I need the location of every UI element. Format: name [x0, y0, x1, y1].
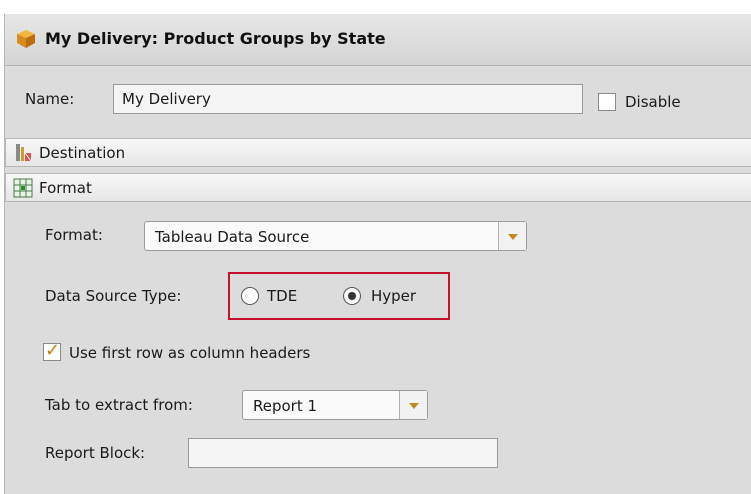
name-label: Name: [25, 90, 75, 108]
dialog-title: My Delivery: Product Groups by State [45, 29, 386, 48]
report-block-input[interactable] [188, 438, 498, 468]
chevron-down-icon[interactable] [399, 391, 427, 419]
chevron-down-icon[interactable] [498, 222, 526, 250]
box-icon [15, 28, 37, 50]
radio-tde[interactable] [241, 287, 259, 305]
tab-select[interactable]: Report 1 [242, 390, 428, 420]
data-source-type-label: Data Source Type: [45, 287, 182, 305]
format-label: Format: [45, 226, 103, 244]
disable-checkbox[interactable] [598, 93, 616, 111]
background [0, 0, 751, 14]
first-row-headers-label: Use first row as column headers [69, 344, 311, 362]
tab-to-extract-label: Tab to extract from: [45, 396, 193, 414]
delivery-dialog: My Delivery: Product Groups by State Nam… [4, 14, 751, 494]
disable-label: Disable [625, 93, 681, 111]
report-block-label: Report Block: [45, 444, 146, 462]
format-section-label: Format [39, 179, 92, 197]
format-section-header[interactable]: Format [5, 173, 751, 202]
name-input[interactable] [113, 84, 583, 114]
tab-select-value: Report 1 [253, 397, 318, 415]
radio-tde-label: TDE [267, 287, 298, 305]
format-icon [13, 178, 33, 198]
destination-label: Destination [39, 144, 126, 162]
radio-hyper-label: Hyper [371, 287, 417, 305]
destination-section-header[interactable]: Destination [5, 138, 751, 167]
format-select[interactable]: Tableau Data Source [144, 221, 527, 251]
destination-icon [13, 143, 33, 163]
checkmark-icon: ✓ [45, 340, 61, 361]
dialog-titlebar: My Delivery: Product Groups by State [5, 14, 751, 66]
radio-hyper[interactable] [343, 287, 361, 305]
format-select-value: Tableau Data Source [155, 228, 310, 246]
first-row-headers-checkbox[interactable]: ✓ [43, 340, 61, 361]
highlight-box [228, 272, 450, 320]
